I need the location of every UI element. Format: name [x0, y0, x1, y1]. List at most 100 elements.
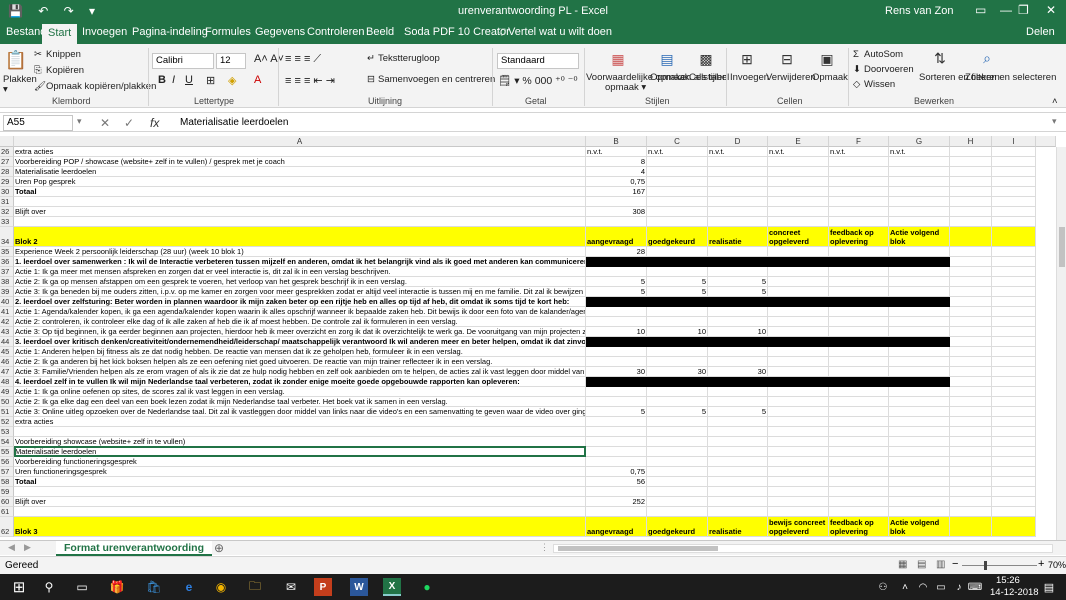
- cell-a26[interactable]: extra acties: [14, 147, 586, 157]
- row-header[interactable]: 42: [0, 317, 14, 327]
- underline-icon[interactable]: U: [185, 74, 193, 86]
- cell-i55[interactable]: [992, 447, 1036, 457]
- cell-d57[interactable]: [708, 467, 768, 477]
- notifications-icon[interactable]: ▤: [1040, 578, 1058, 596]
- wrap-text-icon[interactable]: ↵: [367, 53, 375, 64]
- cell-b52[interactable]: [586, 417, 647, 427]
- cell-g47[interactable]: [889, 367, 950, 377]
- cell-c58[interactable]: [647, 477, 708, 487]
- cell-a51[interactable]: Actie 3: Online uitleg opzoeken over de …: [14, 407, 586, 417]
- cell-h42[interactable]: [950, 317, 992, 327]
- cell-i30[interactable]: [992, 187, 1036, 197]
- next-sheet-icon[interactable]: ▶: [24, 542, 31, 553]
- tab-bestand[interactable]: Bestand: [6, 26, 46, 38]
- cell-a33[interactable]: [14, 217, 586, 227]
- cell-g30[interactable]: [889, 187, 950, 197]
- cell-i34[interactable]: [992, 227, 1036, 247]
- cell-f57[interactable]: [829, 467, 889, 477]
- cell-a36[interactable]: 1. leerdoel over samenwerken : Ik wil de…: [14, 257, 586, 267]
- cell-f35[interactable]: [829, 247, 889, 257]
- wrap-text-button[interactable]: Tekstterugloop: [378, 53, 440, 64]
- cell-e37[interactable]: [768, 267, 829, 277]
- row-header[interactable]: 30: [0, 187, 14, 197]
- cell-c39[interactable]: 5: [647, 287, 708, 297]
- insert-function-icon[interactable]: fx: [150, 116, 159, 130]
- border-icon[interactable]: ⊞: [206, 74, 215, 87]
- row-header[interactable]: 44: [0, 337, 14, 347]
- cell-b32[interactable]: 308: [586, 207, 647, 217]
- cell-a35[interactable]: Experience Week 2 persoonlijk leiderscha…: [14, 247, 586, 257]
- cell-e31[interactable]: [768, 197, 829, 207]
- horizontal-scrollbar[interactable]: [553, 544, 1053, 553]
- cell-b31[interactable]: [586, 197, 647, 207]
- cell-h60[interactable]: [950, 497, 992, 507]
- cell-b39[interactable]: 5: [586, 287, 647, 297]
- cell-e46[interactable]: [768, 357, 829, 367]
- cell-g32[interactable]: [889, 207, 950, 217]
- cell-g54[interactable]: [889, 437, 950, 447]
- cell-f55[interactable]: [829, 447, 889, 457]
- cell-g39[interactable]: [889, 287, 950, 297]
- cell-f42[interactable]: [829, 317, 889, 327]
- cell-e34[interactable]: concreet opgeleverd: [768, 227, 829, 247]
- cell-f59[interactable]: [829, 487, 889, 497]
- row-header[interactable]: 50: [0, 397, 14, 407]
- cell-a49[interactable]: Actie 1: Ik ga online oefenen op sites, …: [14, 387, 586, 397]
- row-header[interactable]: 45: [0, 347, 14, 357]
- number-format-select[interactable]: Standaard: [497, 53, 579, 69]
- cell-a56[interactable]: Voorbereiding functioneringsgesprek: [14, 457, 586, 467]
- paste-button[interactable]: Plakken: [3, 74, 37, 85]
- cell-b38[interactable]: 5: [586, 277, 647, 287]
- cell-d58[interactable]: [708, 477, 768, 487]
- cell-i44[interactable]: [992, 337, 1036, 347]
- cell-b51[interactable]: 5: [586, 407, 647, 417]
- cell-h41[interactable]: [950, 307, 992, 317]
- cell-a46[interactable]: Actie 2: Ik ga anderen bij het kick boks…: [14, 357, 586, 367]
- cell-i48[interactable]: [992, 377, 1036, 387]
- cell-d61[interactable]: [708, 507, 768, 517]
- cell-h58[interactable]: [950, 477, 992, 487]
- cell-b49[interactable]: [586, 387, 647, 397]
- search-icon[interactable]: ⚲: [40, 578, 58, 596]
- cell-c32[interactable]: [647, 207, 708, 217]
- cell-e33[interactable]: [768, 217, 829, 227]
- format-as-table-icon[interactable]: ▤: [655, 48, 679, 70]
- bold-icon[interactable]: B: [158, 74, 166, 86]
- cell-f30[interactable]: [829, 187, 889, 197]
- cell-d30[interactable]: [708, 187, 768, 197]
- cell-f61[interactable]: [829, 507, 889, 517]
- cell-g51[interactable]: [889, 407, 950, 417]
- row-header[interactable]: 59: [0, 487, 14, 497]
- column-header-d[interactable]: D: [708, 136, 768, 147]
- cell-h29[interactable]: [950, 177, 992, 187]
- cell-a28[interactable]: Materialisatie leerdoelen: [14, 167, 586, 177]
- cell-f56[interactable]: [829, 457, 889, 467]
- cell-a44[interactable]: 3. leerdoel over kritisch denken/creativ…: [14, 337, 586, 347]
- cell-f26[interactable]: n.v.t.: [829, 147, 889, 157]
- cell-i35[interactable]: [992, 247, 1036, 257]
- cell-f41[interactable]: [829, 307, 889, 317]
- clear-button[interactable]: Wissen: [864, 79, 895, 90]
- cell-c38[interactable]: 5: [647, 277, 708, 287]
- format-painter-button[interactable]: Opmaak kopiëren/plakken: [46, 81, 156, 92]
- cell-f54[interactable]: [829, 437, 889, 447]
- row-header[interactable]: 62: [0, 517, 14, 537]
- cell-g50[interactable]: [889, 397, 950, 407]
- cell-i58[interactable]: [992, 477, 1036, 487]
- cell-e50[interactable]: [768, 397, 829, 407]
- insert-cells-icon[interactable]: ⊞: [735, 48, 759, 70]
- cell-a42[interactable]: Actie 2: controleren, ik controleer elke…: [14, 317, 586, 327]
- cell-d37[interactable]: [708, 267, 768, 277]
- row-header[interactable]: 54: [0, 437, 14, 447]
- row-header[interactable]: 48: [0, 377, 14, 387]
- cell-a61[interactable]: [14, 507, 586, 517]
- zoom-level[interactable]: 70%: [1048, 560, 1066, 570]
- cell-i41[interactable]: [992, 307, 1036, 317]
- cell-c45[interactable]: [647, 347, 708, 357]
- tab-controleren[interactable]: Controleren: [307, 26, 364, 38]
- cell-f53[interactable]: [829, 427, 889, 437]
- delete-cells-button[interactable]: Verwijderen: [766, 72, 816, 83]
- zoom-slider-thumb[interactable]: [984, 561, 987, 570]
- cell-i51[interactable]: [992, 407, 1036, 417]
- cell-f60[interactable]: [829, 497, 889, 507]
